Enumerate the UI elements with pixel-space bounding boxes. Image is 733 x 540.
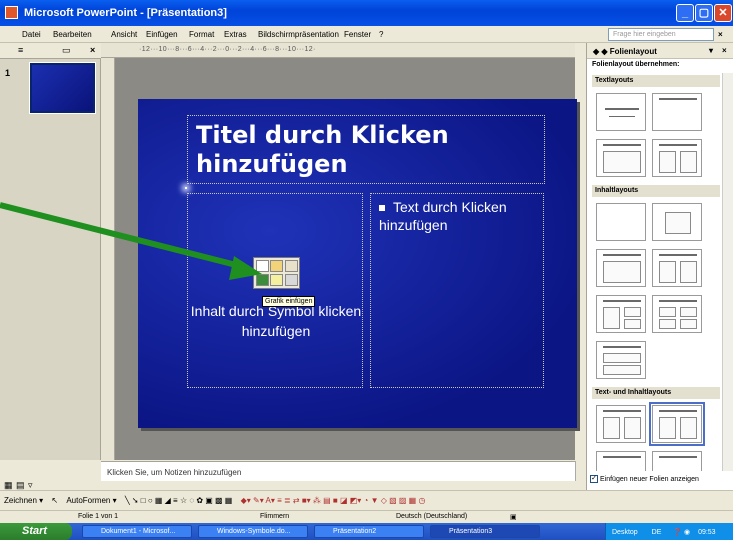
autoformen-menu[interactable]: AutoFormen ▾ (66, 496, 116, 505)
layout-title-two-columns[interactable] (652, 139, 702, 177)
layout-title-text[interactable] (596, 139, 646, 177)
status-design: Flimmern (260, 513, 290, 520)
task-pane-nav-icon[interactable]: ◆ ◆ (593, 47, 610, 56)
task-pane-title: Folienlayout (609, 47, 657, 56)
layout-text-content[interactable] (596, 405, 646, 443)
layout-title-two-content[interactable] (652, 249, 702, 287)
notes-pane[interactable]: Klicken Sie, um Notizen hinzuzufügen (101, 461, 575, 481)
checkbox-checked-icon[interactable]: ✓ (590, 475, 598, 483)
windows-taskbar: Start Dokument1 - Microsof... Windows-Sy… (0, 523, 733, 540)
section-text-inhaltlayouts: Text- und Inhaltlayouts (592, 387, 720, 399)
tray-icons[interactable]: ❓ ◉ (673, 529, 690, 536)
start-button[interactable]: Start (0, 523, 72, 540)
drawing-toolbar: Zeichnen ▾ ↖ AutoFormen ▾ ╲ ➘ □ ○ ▦ ◢ ≡ … (0, 490, 733, 510)
clock: 09:53 (698, 529, 716, 536)
layout-title-four-content[interactable] (652, 295, 702, 333)
checkbox-label: Einfügen neuer Folien anzeigen (600, 475, 699, 483)
task-pane-menu-icon[interactable]: ▾ (709, 46, 713, 55)
layout-title-only[interactable] (652, 93, 702, 131)
arrow-shaft (0, 202, 249, 271)
layout-title-content[interactable] (596, 249, 646, 287)
section-textlayouts: Textlayouts (592, 75, 720, 87)
notes-scrollbar[interactable] (575, 461, 586, 481)
status-bar: Folie 1 von 1 Flimmern Deutsch (Deutschl… (0, 510, 733, 523)
section-inhaltlayouts: Inhaltlayouts (592, 185, 720, 197)
status-slide-count: Folie 1 von 1 (78, 513, 119, 520)
layout-text-two-content[interactable] (596, 451, 646, 471)
layout-blank[interactable] (596, 203, 646, 241)
status-language: Deutsch (Deutschland) (396, 513, 468, 520)
layout-title-two-stacked[interactable] (596, 341, 646, 379)
layout-gallery: Textlayouts Inhaltlayouts Text- und Inha… (587, 73, 722, 471)
language-indicator[interactable]: DE (652, 529, 662, 536)
zeichnen-menu[interactable]: Zeichnen ▾ (4, 496, 43, 505)
arrow-head (229, 256, 262, 280)
taskbar-item-dokument1[interactable]: Dokument1 - Microsof... (82, 525, 192, 538)
task-pane-header: ◆ ◆ Folienlayout ▾ × (587, 43, 733, 59)
layout-title-content-two[interactable] (596, 295, 646, 333)
color-tools-icons[interactable]: ◆▾ ✎▾ A▾ ≡ ≣ ⇄ ■▾ ⁂ ▤ ■ ◪ ◩▾ ◔ ▼ ◇ ▧ ▨ ▦… (241, 496, 426, 505)
taskbar-item-praesentation2[interactable]: Präsentation2 (314, 525, 424, 538)
taskbar-item-praesentation3[interactable]: Präsentation3 (430, 525, 540, 538)
task-pane-scrollbar[interactable] (722, 73, 733, 471)
layout-two-content-text[interactable] (652, 451, 702, 471)
system-tray: Desktop DE ❓ ◉ 09:53 (605, 523, 733, 540)
drawing-shapes-icons[interactable]: ╲ ➘ □ ○ ▦ ◢ ≡ ☆ ◌ ✿ ▣ ▩ ▦ (125, 496, 233, 505)
select-pointer-icon[interactable]: ↖ (51, 496, 58, 505)
show-on-insert-checkbox[interactable]: ✓ Einfügen neuer Folien anzeigen (587, 473, 733, 485)
layout-content-text-selected[interactable] (649, 402, 705, 446)
layout-title-slide[interactable] (596, 93, 646, 131)
task-pane-close-icon[interactable]: × (722, 46, 727, 55)
task-pane-subtitle: Folienlayout übernehmen: (592, 61, 680, 68)
layout-content[interactable] (652, 203, 702, 241)
taskbar-item-windows-symbole[interactable]: Windows-Symbole.do... (198, 525, 308, 538)
task-pane: ◆ ◆ Folienlayout ▾ × Folienlayout überne… (586, 43, 733, 490)
desktop-toolbar[interactable]: Desktop (612, 529, 638, 536)
spellcheck-icon: ▣ (510, 514, 517, 521)
